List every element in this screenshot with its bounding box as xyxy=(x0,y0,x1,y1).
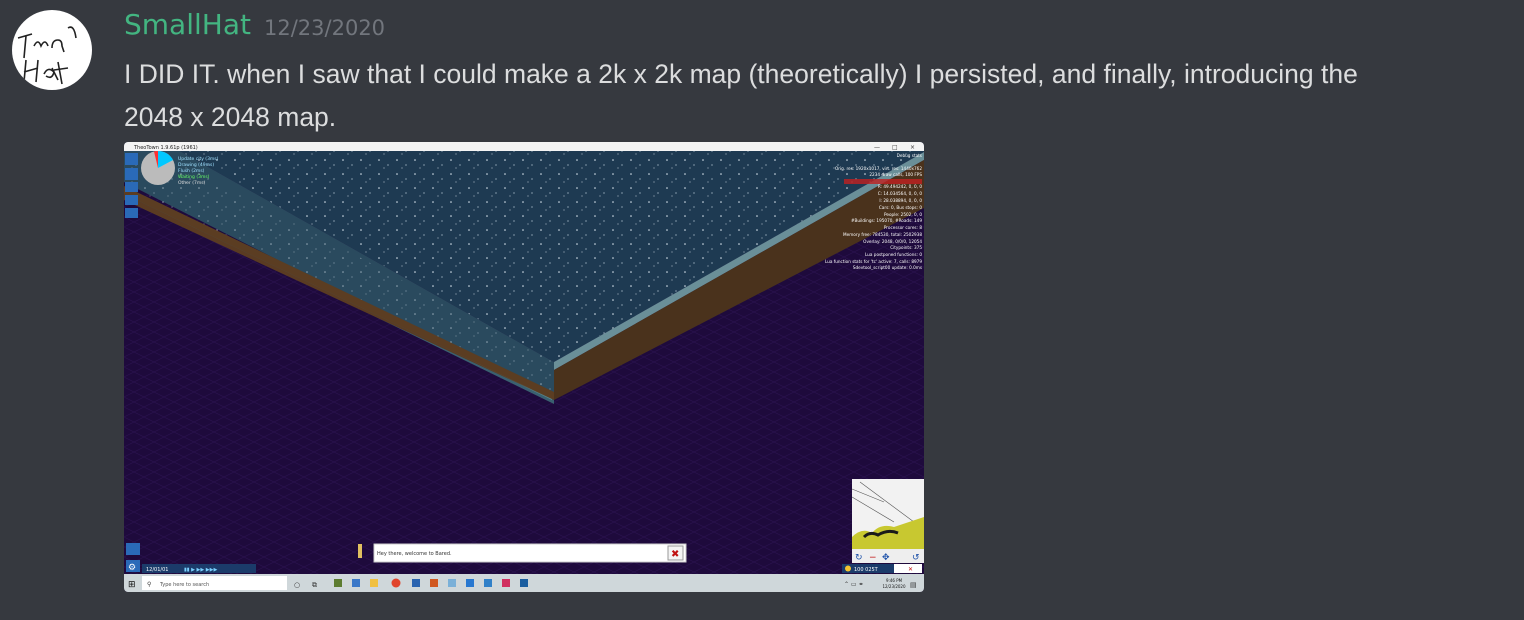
chrome-icon[interactable] xyxy=(391,578,401,588)
taskbar-search-placeholder: Type here to search xyxy=(159,582,209,588)
theotown-taskbar-icon[interactable] xyxy=(520,579,528,587)
app-icon[interactable] xyxy=(484,579,492,587)
svg-text:Other (7ms): Other (7ms) xyxy=(178,180,206,186)
window-close-button[interactable]: × xyxy=(910,144,915,151)
app-icon[interactable] xyxy=(448,579,456,587)
speed-controls[interactable]: ▮▮ ▶ ▶▶ ▶▶▶ xyxy=(184,567,217,573)
svg-text:Cars: 0, Bus stops: 0: Cars: 0, Bus stops: 0 xyxy=(879,205,922,210)
svg-text:Lua postponed functions: 0: Lua postponed functions: 0 xyxy=(865,252,922,257)
close-icon: ✖ xyxy=(671,549,679,560)
svg-text:Waiting (3ms): Waiting (3ms) xyxy=(178,174,210,180)
file-explorer-icon[interactable] xyxy=(370,579,378,587)
svg-text:Drawing (49ms): Drawing (49ms) xyxy=(178,162,214,168)
settings-button[interactable] xyxy=(126,543,140,555)
system-tray-icons[interactable]: ⌃ ▭ ⚭ xyxy=(844,581,864,588)
app-icon[interactable] xyxy=(412,579,420,587)
message-text: I DID IT. when I saw that I could make a… xyxy=(124,59,1358,132)
notifications-icon[interactable]: ▤ xyxy=(910,581,917,589)
svg-text:2234 draw calls, 100 FPS: 2234 draw calls, 100 FPS xyxy=(869,172,922,177)
money-amount: 100 025T xyxy=(854,567,879,573)
svg-text:People: 2502, 0, 0: People: 2502, 0, 0 xyxy=(884,212,922,217)
search-icon: ⚲ xyxy=(147,581,151,588)
cortana-icon[interactable]: ○ xyxy=(294,581,300,589)
tool-button[interactable] xyxy=(125,153,138,165)
avatar[interactable] xyxy=(12,10,92,90)
svg-text:Memory free: 784530, total: 25: Memory free: 784530, total: 2502938 xyxy=(843,232,922,237)
game-date: 12/01/01 xyxy=(146,567,168,573)
window-minimize-button[interactable]: — xyxy=(874,144,880,151)
svg-text:R: 49.494242, 0, 0, 0: R: 49.494242, 0, 0, 0 xyxy=(878,184,922,189)
svg-text:#Buildings: 195070, #Roads: 14: #Buildings: 195070, #Roads: 149 xyxy=(851,218,922,223)
svg-text:Update city (3ms): Update city (3ms) xyxy=(178,156,219,162)
rotate-right-icon[interactable]: ↺ xyxy=(912,553,920,563)
tool-button[interactable] xyxy=(125,195,138,205)
move-icon[interactable]: ✥ xyxy=(882,553,890,563)
app-icon[interactable] xyxy=(352,579,360,587)
svg-text:Lua function stats for 'tc' ac: Lua function stats for 'tc' active: 7, c… xyxy=(825,259,922,264)
app-icon[interactable] xyxy=(334,579,342,587)
svg-text:Processor cores: 8: Processor cores: 8 xyxy=(884,225,922,230)
left-toolbar xyxy=(125,153,138,218)
image-attachment[interactable]: TheoTown 1.9.61p (1961) — □ × Update cit… xyxy=(124,142,924,592)
svg-text:I: 28.038894, 0, 0, 0: I: 28.038894, 0, 0, 0 xyxy=(879,198,922,203)
svg-text:Overlay: 2048, 0/0/0, 12054: Overlay: 2048, 0/0/0, 12054 xyxy=(863,239,922,244)
tool-button[interactable] xyxy=(125,168,138,180)
rotate-left-icon[interactable]: ↻ xyxy=(855,553,863,563)
gear-icon: ⚙ xyxy=(128,563,136,573)
app-icon[interactable] xyxy=(466,579,474,587)
coin-icon xyxy=(845,565,851,572)
close-icon[interactable]: ✕ xyxy=(908,566,913,573)
taskbar-time: 9:46 PM xyxy=(886,578,903,583)
notification-text: Hey there, welcome to Bared. xyxy=(377,551,452,557)
svg-text:C: 14.034564, 0, 0, 0: C: 14.034564, 0, 0, 0 xyxy=(878,191,923,196)
window-maximize-button[interactable]: □ xyxy=(892,144,898,151)
zoom-out-icon[interactable]: − xyxy=(869,553,877,563)
advisor-avatar xyxy=(358,544,362,558)
window-title: TheoTown 1.9.61p (1961) xyxy=(133,145,198,151)
author-name[interactable]: SmallHat xyxy=(124,8,251,41)
svg-text:Citypoints: 375: Citypoints: 375 xyxy=(890,245,922,250)
app-icon[interactable] xyxy=(502,579,510,587)
svg-text:Orig. res: 1920x1017, virt. re: Orig. res: 1920x1017, virt. res: 1440x76… xyxy=(835,166,922,171)
tool-button[interactable] xyxy=(125,208,138,218)
windows-start-icon[interactable]: ⊞ xyxy=(128,580,136,590)
svg-text:Flush (2ms): Flush (2ms) xyxy=(178,168,205,174)
app-icon[interactable] xyxy=(430,579,438,587)
handwritten-smallhat-avatar-icon xyxy=(17,26,77,85)
svg-text:Sdevtool_script00 update: 0.0m: Sdevtool_script00 update: 0.0ms xyxy=(853,265,922,270)
svg-text:Debug stats: Debug stats xyxy=(897,153,922,158)
minimap[interactable] xyxy=(851,479,924,551)
tool-button[interactable] xyxy=(125,182,138,192)
taskbar-date: 12/23/2020 xyxy=(882,584,906,589)
message-timestamp: 12/23/2020 xyxy=(264,16,386,40)
task-view-icon[interactable]: ⧉ xyxy=(312,581,317,589)
window-title-bar xyxy=(124,142,924,151)
